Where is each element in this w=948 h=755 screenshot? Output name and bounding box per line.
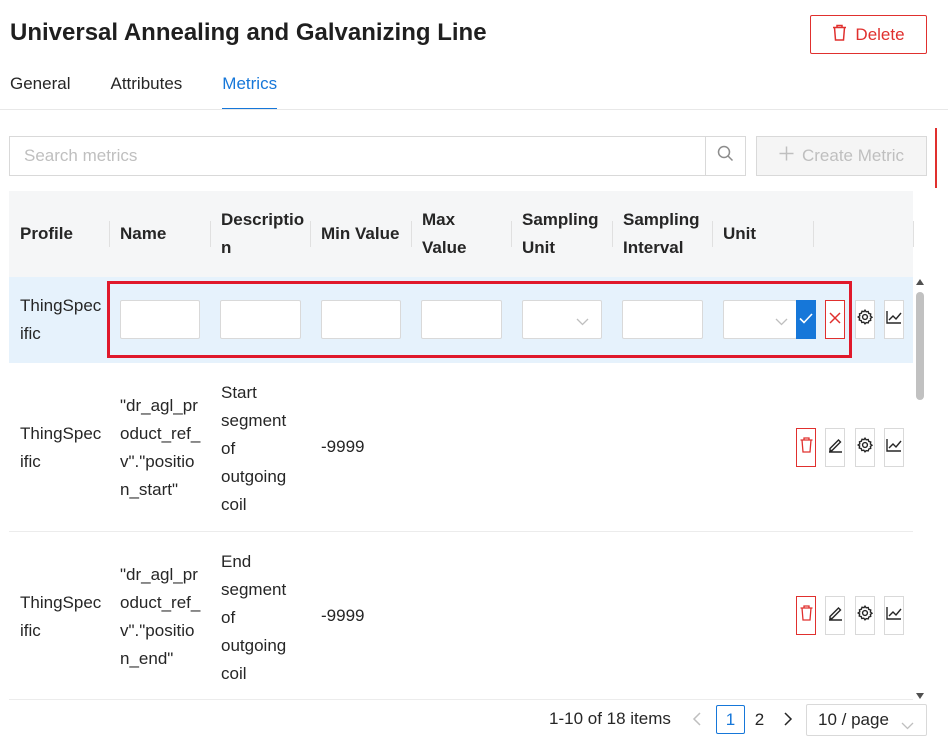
- table-row: ThingSpec ific "dr_agl_pr oduct_ref_ v".…: [9, 363, 913, 532]
- edit-unit-select[interactable]: [723, 300, 797, 339]
- edit-description-input[interactable]: [220, 300, 301, 339]
- delete-button[interactable]: Delete: [810, 15, 927, 54]
- column-separator: [913, 221, 914, 247]
- column-header-description: Descriptio n: [221, 210, 305, 257]
- gear-icon: [857, 605, 874, 626]
- search-icon: [717, 145, 734, 167]
- column-header-sampling-unit: Sampling Unit: [522, 210, 599, 257]
- trash-icon: [800, 605, 813, 626]
- search-box: [9, 136, 746, 176]
- column-header-name: Name: [120, 224, 167, 243]
- page-title: Universal Annealing and Galvanizing Line: [10, 19, 487, 46]
- tab-bar: General Attributes Metrics: [10, 72, 317, 110]
- row-min-value: -9999: [321, 606, 365, 625]
- pagination-total: 1-10 of 18 items: [549, 709, 671, 728]
- page-size-select[interactable]: 10 / page: [806, 704, 927, 736]
- table-row: ThingSpec ific "dr_agl_pr oduct_ref_ v".…: [9, 532, 913, 700]
- column-header-profile: Profile: [20, 224, 73, 243]
- delete-button-label: Delete: [855, 24, 905, 44]
- trash-icon: [800, 437, 813, 458]
- edit-sampling-interval-input[interactable]: [622, 300, 703, 339]
- search-input[interactable]: [10, 137, 705, 175]
- edit-row-button[interactable]: [825, 596, 845, 635]
- search-button[interactable]: [705, 137, 745, 175]
- scroll-down-arrow-icon: [916, 693, 924, 699]
- row-profile: ThingSpec ific: [20, 424, 102, 471]
- chart-button[interactable]: [884, 300, 904, 339]
- scroll-up-arrow-icon: [916, 279, 924, 285]
- line-chart-icon: [886, 606, 902, 625]
- create-metric-button[interactable]: Create Metric: [756, 136, 927, 176]
- chevron-down-icon: [775, 313, 788, 331]
- pencil-icon: [828, 437, 843, 458]
- create-metric-label: Create Metric: [801, 146, 905, 165]
- chart-button[interactable]: [884, 596, 904, 635]
- column-header-unit: Unit: [723, 224, 757, 243]
- table-header: Profile Name Descriptio n Min Value Max …: [9, 191, 914, 277]
- row-min-value: -9999: [321, 437, 365, 456]
- tab-metrics[interactable]: Metrics: [222, 72, 277, 110]
- pencil-icon: [828, 605, 843, 626]
- column-header-sampling-interval: Sampling Interval: [623, 210, 700, 257]
- tab-divider: [0, 109, 948, 110]
- tab-attributes[interactable]: Attributes: [110, 72, 182, 110]
- line-chart-icon: [886, 438, 902, 457]
- settings-button[interactable]: [855, 428, 875, 467]
- settings-button[interactable]: [855, 300, 875, 339]
- edit-name-input[interactable]: [120, 300, 200, 339]
- column-header-min-value: Min Value: [321, 224, 400, 243]
- gear-icon: [857, 309, 874, 330]
- scrollbar-thumb[interactable]: [916, 292, 924, 400]
- table-row-editing: ThingSpec ific: [9, 277, 913, 363]
- gear-icon: [857, 437, 874, 458]
- confirm-edit-button[interactable]: [796, 300, 816, 339]
- check-icon: [799, 311, 813, 329]
- edit-row-profile: ThingSpec ific: [20, 296, 102, 343]
- pagination: 1-10 of 18 items 1 2 10 / page: [0, 703, 948, 755]
- delete-row-button[interactable]: [796, 596, 816, 635]
- column-separator: [813, 221, 814, 247]
- row-name: "dr_agl_pr oduct_ref_ v"."positio n_end": [120, 565, 201, 668]
- column-header-max-value: Max Value: [422, 210, 467, 257]
- chart-button[interactable]: [884, 428, 904, 467]
- cancel-edit-button[interactable]: [825, 300, 845, 339]
- trash-icon: [832, 24, 847, 46]
- close-icon: [829, 311, 841, 329]
- settings-button[interactable]: [855, 596, 875, 635]
- page-size-label: 10 / page: [818, 710, 889, 729]
- chevron-right-icon[interactable]: [784, 712, 793, 731]
- row-description: End segment of outgoing coil: [221, 552, 287, 683]
- row-name: "dr_agl_pr oduct_ref_ v"."positio n_star…: [120, 396, 201, 499]
- line-chart-icon: [886, 310, 902, 329]
- edit-min-value-input[interactable]: [321, 300, 401, 339]
- chevron-down-icon: [901, 715, 914, 735]
- row-profile: ThingSpec ific: [20, 593, 102, 640]
- tab-general[interactable]: General: [10, 72, 70, 110]
- plus-icon: [779, 146, 794, 166]
- edit-max-value-input[interactable]: [421, 300, 502, 339]
- edit-sampling-unit-select[interactable]: [522, 300, 602, 339]
- panel-accent-bar: [935, 128, 937, 188]
- delete-row-button[interactable]: [796, 428, 816, 467]
- page-1-button[interactable]: 1: [716, 705, 745, 734]
- page-2-button[interactable]: 2: [745, 705, 774, 734]
- chevron-down-icon: [576, 313, 589, 331]
- edit-row-button[interactable]: [825, 428, 845, 467]
- row-description: Start segment of outgoing coil: [221, 383, 287, 514]
- chevron-left-icon[interactable]: [692, 712, 701, 731]
